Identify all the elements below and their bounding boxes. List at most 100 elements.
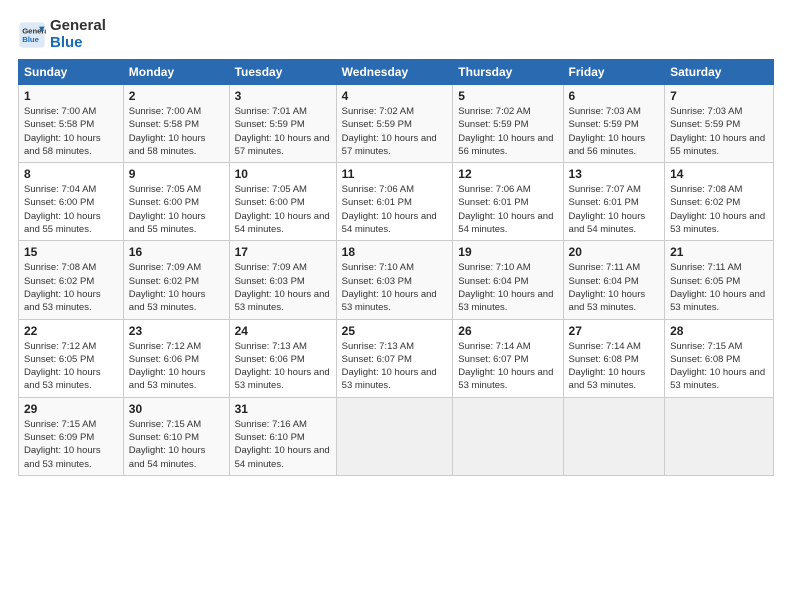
calendar-cell: 12 Sunrise: 7:06 AM Sunset: 6:01 PM Dayl… (453, 163, 563, 241)
day-info: Sunrise: 7:10 AM Sunset: 6:04 PM Dayligh… (458, 261, 557, 314)
day-info: Sunrise: 7:09 AM Sunset: 6:03 PM Dayligh… (235, 261, 331, 314)
calendar-cell: 9 Sunrise: 7:05 AM Sunset: 6:00 PM Dayli… (123, 163, 229, 241)
day-number: 14 (670, 167, 768, 181)
day-info: Sunrise: 7:03 AM Sunset: 5:59 PM Dayligh… (670, 105, 768, 158)
day-info: Sunrise: 7:01 AM Sunset: 5:59 PM Dayligh… (235, 105, 331, 158)
day-info: Sunrise: 7:15 AM Sunset: 6:10 PM Dayligh… (129, 418, 224, 471)
day-number: 30 (129, 402, 224, 416)
day-number: 3 (235, 89, 331, 103)
day-number: 28 (670, 324, 768, 338)
day-number: 6 (569, 89, 660, 103)
weekday-header-tuesday: Tuesday (229, 60, 336, 85)
day-info: Sunrise: 7:06 AM Sunset: 6:01 PM Dayligh… (342, 183, 448, 236)
calendar-cell: 24 Sunrise: 7:13 AM Sunset: 6:06 PM Dayl… (229, 319, 336, 397)
logo-icon: General Blue (18, 21, 46, 49)
calendar-cell: 4 Sunrise: 7:02 AM Sunset: 5:59 PM Dayli… (336, 85, 453, 163)
day-info: Sunrise: 7:02 AM Sunset: 5:59 PM Dayligh… (342, 105, 448, 158)
day-number: 5 (458, 89, 557, 103)
weekday-header-monday: Monday (123, 60, 229, 85)
calendar-cell: 14 Sunrise: 7:08 AM Sunset: 6:02 PM Dayl… (665, 163, 774, 241)
calendar-cell: 10 Sunrise: 7:05 AM Sunset: 6:00 PM Dayl… (229, 163, 336, 241)
calendar-cell: 21 Sunrise: 7:11 AM Sunset: 6:05 PM Dayl… (665, 241, 774, 319)
day-number: 4 (342, 89, 448, 103)
weekday-header-friday: Friday (563, 60, 665, 85)
calendar-cell: 5 Sunrise: 7:02 AM Sunset: 5:59 PM Dayli… (453, 85, 563, 163)
calendar-cell: 11 Sunrise: 7:06 AM Sunset: 6:01 PM Dayl… (336, 163, 453, 241)
day-number: 31 (235, 402, 331, 416)
day-number: 25 (342, 324, 448, 338)
weekday-header-thursday: Thursday (453, 60, 563, 85)
day-info: Sunrise: 7:09 AM Sunset: 6:02 PM Dayligh… (129, 261, 224, 314)
day-number: 15 (24, 245, 118, 259)
calendar-cell: 3 Sunrise: 7:01 AM Sunset: 5:59 PM Dayli… (229, 85, 336, 163)
day-info: Sunrise: 7:13 AM Sunset: 6:06 PM Dayligh… (235, 340, 331, 393)
day-info: Sunrise: 7:14 AM Sunset: 6:07 PM Dayligh… (458, 340, 557, 393)
day-info: Sunrise: 7:03 AM Sunset: 5:59 PM Dayligh… (569, 105, 660, 158)
day-number: 20 (569, 245, 660, 259)
day-info: Sunrise: 7:08 AM Sunset: 6:02 PM Dayligh… (670, 183, 768, 236)
logo-general: General (50, 17, 106, 34)
calendar-week-row: 15 Sunrise: 7:08 AM Sunset: 6:02 PM Dayl… (19, 241, 774, 319)
day-info: Sunrise: 7:07 AM Sunset: 6:01 PM Dayligh… (569, 183, 660, 236)
calendar-cell: 17 Sunrise: 7:09 AM Sunset: 6:03 PM Dayl… (229, 241, 336, 319)
day-info: Sunrise: 7:11 AM Sunset: 6:04 PM Dayligh… (569, 261, 660, 314)
calendar-cell: 16 Sunrise: 7:09 AM Sunset: 6:02 PM Dayl… (123, 241, 229, 319)
calendar-week-row: 1 Sunrise: 7:00 AM Sunset: 5:58 PM Dayli… (19, 85, 774, 163)
calendar-container: General Blue General Blue SundayMondayTu… (0, 0, 792, 486)
day-number: 7 (670, 89, 768, 103)
day-info: Sunrise: 7:15 AM Sunset: 6:09 PM Dayligh… (24, 418, 118, 471)
header: General Blue General Blue (18, 18, 774, 51)
calendar-cell: 27 Sunrise: 7:14 AM Sunset: 6:08 PM Dayl… (563, 319, 665, 397)
calendar-cell: 22 Sunrise: 7:12 AM Sunset: 6:05 PM Dayl… (19, 319, 124, 397)
day-info: Sunrise: 7:16 AM Sunset: 6:10 PM Dayligh… (235, 418, 331, 471)
day-number: 10 (235, 167, 331, 181)
calendar-table: SundayMondayTuesdayWednesdayThursdayFrid… (18, 59, 774, 476)
day-info: Sunrise: 7:00 AM Sunset: 5:58 PM Dayligh… (24, 105, 118, 158)
calendar-cell: 23 Sunrise: 7:12 AM Sunset: 6:06 PM Dayl… (123, 319, 229, 397)
day-number: 11 (342, 167, 448, 181)
day-number: 1 (24, 89, 118, 103)
day-number: 16 (129, 245, 224, 259)
weekday-header-wednesday: Wednesday (336, 60, 453, 85)
day-number: 27 (569, 324, 660, 338)
day-number: 18 (342, 245, 448, 259)
weekday-header-row: SundayMondayTuesdayWednesdayThursdayFrid… (19, 60, 774, 85)
day-number: 24 (235, 324, 331, 338)
calendar-cell: 25 Sunrise: 7:13 AM Sunset: 6:07 PM Dayl… (336, 319, 453, 397)
calendar-cell: 18 Sunrise: 7:10 AM Sunset: 6:03 PM Dayl… (336, 241, 453, 319)
day-number: 2 (129, 89, 224, 103)
calendar-cell: 28 Sunrise: 7:15 AM Sunset: 6:08 PM Dayl… (665, 319, 774, 397)
calendar-cell (336, 397, 453, 475)
day-number: 26 (458, 324, 557, 338)
calendar-cell: 2 Sunrise: 7:00 AM Sunset: 5:58 PM Dayli… (123, 85, 229, 163)
day-number: 12 (458, 167, 557, 181)
day-info: Sunrise: 7:12 AM Sunset: 6:06 PM Dayligh… (129, 340, 224, 393)
day-number: 17 (235, 245, 331, 259)
day-number: 13 (569, 167, 660, 181)
calendar-cell (665, 397, 774, 475)
day-number: 8 (24, 167, 118, 181)
day-info: Sunrise: 7:08 AM Sunset: 6:02 PM Dayligh… (24, 261, 118, 314)
day-info: Sunrise: 7:10 AM Sunset: 6:03 PM Dayligh… (342, 261, 448, 314)
day-info: Sunrise: 7:11 AM Sunset: 6:05 PM Dayligh… (670, 261, 768, 314)
day-number: 29 (24, 402, 118, 416)
calendar-cell: 19 Sunrise: 7:10 AM Sunset: 6:04 PM Dayl… (453, 241, 563, 319)
calendar-cell: 7 Sunrise: 7:03 AM Sunset: 5:59 PM Dayli… (665, 85, 774, 163)
calendar-week-row: 22 Sunrise: 7:12 AM Sunset: 6:05 PM Dayl… (19, 319, 774, 397)
calendar-cell: 31 Sunrise: 7:16 AM Sunset: 6:10 PM Dayl… (229, 397, 336, 475)
day-number: 21 (670, 245, 768, 259)
calendar-cell: 26 Sunrise: 7:14 AM Sunset: 6:07 PM Dayl… (453, 319, 563, 397)
calendar-cell: 6 Sunrise: 7:03 AM Sunset: 5:59 PM Dayli… (563, 85, 665, 163)
day-info: Sunrise: 7:06 AM Sunset: 6:01 PM Dayligh… (458, 183, 557, 236)
day-info: Sunrise: 7:00 AM Sunset: 5:58 PM Dayligh… (129, 105, 224, 158)
calendar-cell: 29 Sunrise: 7:15 AM Sunset: 6:09 PM Dayl… (19, 397, 124, 475)
calendar-cell: 20 Sunrise: 7:11 AM Sunset: 6:04 PM Dayl… (563, 241, 665, 319)
day-info: Sunrise: 7:04 AM Sunset: 6:00 PM Dayligh… (24, 183, 118, 236)
day-number: 19 (458, 245, 557, 259)
logo-blue: Blue (50, 34, 83, 51)
calendar-week-row: 8 Sunrise: 7:04 AM Sunset: 6:00 PM Dayli… (19, 163, 774, 241)
weekday-header-sunday: Sunday (19, 60, 124, 85)
calendar-cell: 13 Sunrise: 7:07 AM Sunset: 6:01 PM Dayl… (563, 163, 665, 241)
day-info: Sunrise: 7:12 AM Sunset: 6:05 PM Dayligh… (24, 340, 118, 393)
day-info: Sunrise: 7:14 AM Sunset: 6:08 PM Dayligh… (569, 340, 660, 393)
